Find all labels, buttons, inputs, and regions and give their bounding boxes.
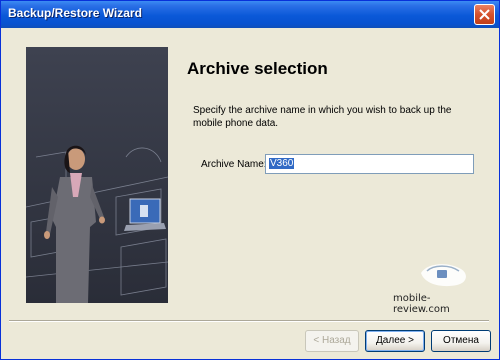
- cancel-button[interactable]: Отмена: [431, 330, 491, 352]
- title-bar[interactable]: Backup/Restore Wizard: [1, 1, 499, 28]
- archive-name-input[interactable]: V360: [265, 154, 474, 174]
- page-description: Specify the archive name in which you wi…: [193, 105, 452, 129]
- next-button[interactable]: Далее >: [365, 330, 425, 352]
- watermark-text: mobile-review.com: [393, 293, 450, 315]
- archive-name-label: Archive Name:: [201, 159, 267, 170]
- wizard-body: Archive selection Specify the archive na…: [1, 28, 499, 359]
- window-title: Backup/Restore Wizard: [8, 6, 142, 20]
- mobile-review-logo-icon: [421, 264, 466, 287]
- archive-name-value: V360: [269, 158, 295, 169]
- back-button[interactable]: < Назад: [305, 330, 359, 352]
- wizard-window: Backup/Restore Wizard Archive selection …: [0, 0, 500, 360]
- wizard-side-illustration: [26, 47, 168, 303]
- close-icon: [479, 9, 490, 20]
- page-title: Archive selection: [187, 59, 328, 78]
- close-button[interactable]: [474, 4, 495, 25]
- watermark: mobile-review.com: [393, 263, 483, 315]
- footer-divider: [9, 320, 489, 322]
